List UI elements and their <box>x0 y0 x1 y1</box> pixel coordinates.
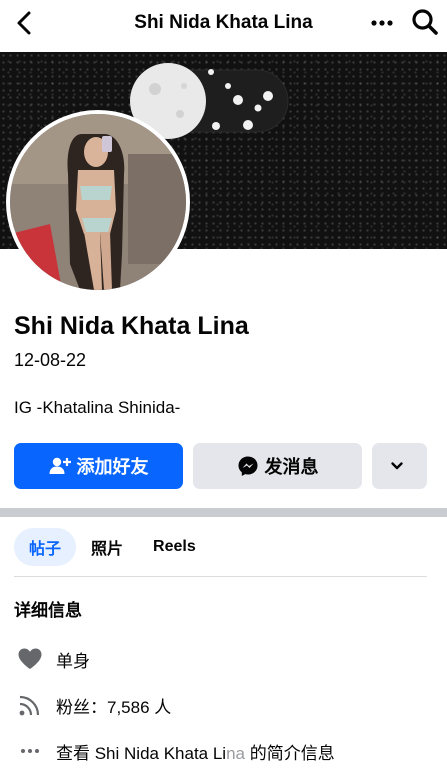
followers-count: 粉丝：7,586 人 <box>56 697 172 717</box>
search-icon[interactable] <box>409 6 441 38</box>
top-bar: Shi Nida Khata Lina <box>0 0 447 52</box>
see-about-row[interactable]: 查看 Shi Nida Khata Lina 的简介信息 <box>16 737 335 765</box>
heart-icon <box>16 645 44 673</box>
see-about-prefix: 查看 Shi Nida Khata Li <box>56 743 227 763</box>
relationship-row: 单身 <box>16 645 90 673</box>
message-button[interactable]: 发消息 <box>193 443 362 489</box>
details-title: 详细信息 <box>14 601 82 620</box>
messenger-icon <box>238 456 257 476</box>
see-about-suffix: 的简介信息 <box>245 743 335 763</box>
section-divider <box>0 508 447 517</box>
see-about-label: 查看 Shi Nida Khata Lina 的简介信息 <box>56 739 335 764</box>
message-label: 发消息 <box>264 457 319 477</box>
more-dots-icon <box>16 737 44 765</box>
more-actions-button[interactable] <box>372 443 427 489</box>
relationship-status: 单身 <box>56 651 90 671</box>
profile-tabs: 帖子 照片 Reels <box>14 527 211 567</box>
tab-photos[interactable]: 照片 <box>76 528 138 566</box>
tabs-underline <box>14 576 427 577</box>
profile-name: Shi Nida Khata Lina <box>14 312 249 340</box>
profile-bio: IG -Khatalina Shinida- <box>14 398 181 417</box>
profile-date: 12-08-22 <box>14 350 87 370</box>
tab-posts[interactable]: 帖子 <box>14 528 77 566</box>
add-friend-icon <box>49 457 71 474</box>
see-about-faded: na <box>226 743 246 763</box>
followers-row[interactable]: 粉丝：7,586 人 <box>16 691 171 719</box>
avatar-photo <box>10 114 186 290</box>
add-friend-label: 添加好友 <box>76 457 149 477</box>
more-dots-icon[interactable] <box>367 8 397 38</box>
add-friend-button[interactable]: 添加好友 <box>14 443 183 489</box>
chevron-down-icon <box>390 462 403 470</box>
profile-avatar[interactable] <box>6 110 190 294</box>
tab-reels[interactable]: Reels <box>138 528 211 566</box>
rss-followers-icon <box>16 691 44 719</box>
